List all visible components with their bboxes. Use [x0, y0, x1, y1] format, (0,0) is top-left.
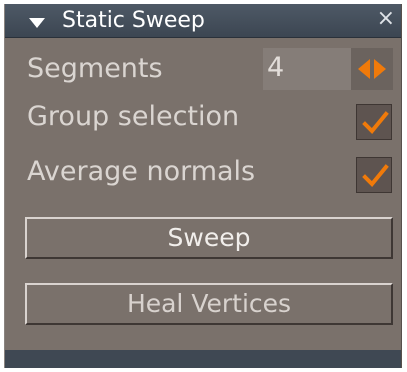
decrement-arrow-icon[interactable] [358, 59, 370, 79]
checkmark-icon [362, 164, 389, 187]
close-icon[interactable]: × [377, 6, 395, 32]
panel-bottom-bar [5, 350, 401, 368]
heal-vertices-button[interactable]: Heal Vertices [25, 283, 393, 325]
panel-title: Static Sweep [62, 8, 205, 33]
segments-input[interactable]: 4 [263, 48, 351, 90]
segments-stepper[interactable] [351, 48, 393, 90]
segments-label: Segments [27, 53, 163, 84]
segments-value: 4 [267, 52, 285, 83]
average-normals-label: Average normals [27, 156, 256, 187]
average-normals-checkbox[interactable] [356, 157, 392, 193]
group-selection-label: Group selection [27, 101, 240, 132]
checkmark-icon [362, 111, 389, 134]
sweep-button[interactable]: Sweep [25, 217, 393, 259]
static-sweep-panel: Static Sweep × Segments 4 Group selectio… [4, 4, 402, 368]
increment-arrow-icon[interactable] [374, 59, 386, 79]
panel-titlebar[interactable]: Static Sweep × [5, 4, 401, 38]
group-selection-checkbox[interactable] [356, 104, 392, 140]
collapse-triangle-icon[interactable] [29, 18, 45, 28]
